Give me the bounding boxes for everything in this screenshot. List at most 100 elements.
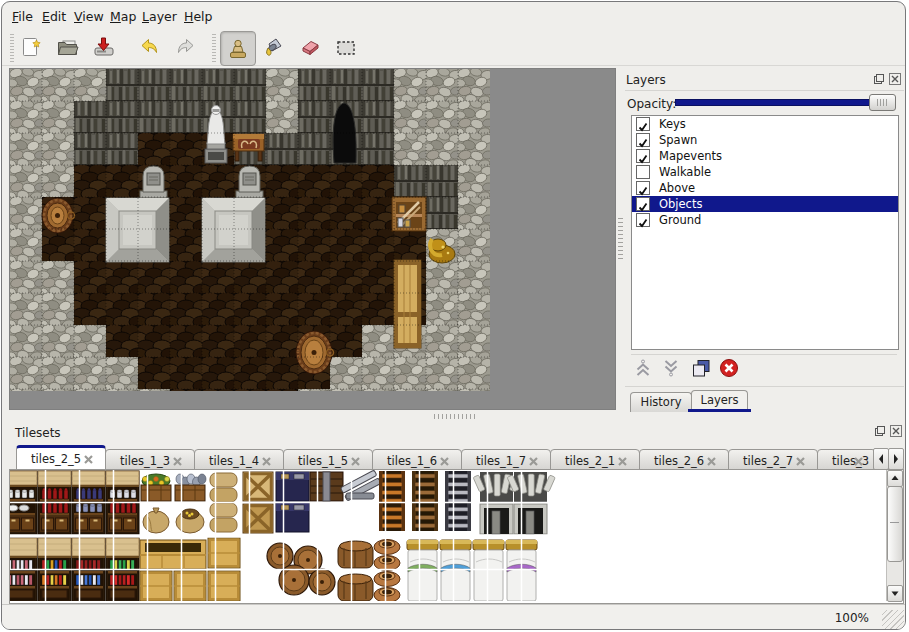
close-tab-icon[interactable] [618,457,627,466]
tileset-tab-label: tiles_1_5 [298,454,348,468]
application-window: FileEditViewMapLayerHelp LayersOpacity: … [1,1,906,630]
tab-scroll-right-button[interactable] [888,448,904,470]
layer-visibility-checkbox[interactable] [636,197,650,211]
menu-help[interactable]: Help [184,9,213,24]
select-tool-button[interactable] [332,33,360,61]
layer-row-above[interactable]: Above [632,180,898,196]
close-tab-icon[interactable] [854,457,863,466]
move-layer-up-button[interactable] [633,358,655,380]
layer-row-walkable[interactable]: Walkable [632,164,898,180]
layers-panel-title: Layers [626,73,666,87]
tileset-tab-tiles_2_7[interactable]: tiles_2_7 [728,449,818,471]
tab-scroll-left-button[interactable] [873,448,889,470]
tileset-item-crateX [243,504,273,533]
scrollbar-thumb[interactable] [887,486,903,562]
tileset-tab-tiles_1_6[interactable]: tiles_1_6 [372,449,462,471]
splitter-grip [434,414,478,419]
layer-row-objects[interactable]: Objects [632,196,898,212]
slider-handle[interactable] [869,94,896,111]
layer-name: Keys [659,117,686,131]
opacity-slider[interactable] [675,94,895,110]
duplicate-layer-button[interactable] [691,358,713,380]
tileset-item-bed [407,540,438,601]
tileset-tab-tiles_2_6[interactable]: tiles_2_6 [639,449,729,471]
menu-view[interactable]: View [74,9,104,24]
status-bar: 100% [2,604,905,630]
layer-row-mapevents[interactable]: Mapevents [632,148,898,164]
fill-tool-button[interactable] [260,33,288,61]
tileset-tab-tiles_1_7[interactable]: tiles_1_7 [461,449,551,471]
layer-visibility-checkbox[interactable] [636,133,650,147]
panel-tab-history[interactable]: History [630,392,692,412]
menu-layer[interactable]: Layer [142,9,177,24]
undo-button[interactable] [135,33,163,61]
toolbar-grip[interactable] [10,34,14,62]
tileset-item-crateX [243,472,273,501]
toolbar-grip[interactable] [212,34,216,62]
tileset-tab-label: tiles_3 [832,454,869,468]
tileset-tab-label: tiles_1_4 [209,454,259,468]
open-file-button[interactable] [54,33,82,61]
move-layer-down-icon [661,358,681,378]
close-tab-icon[interactable] [440,457,449,466]
map-viewport[interactable] [9,68,616,410]
delete-layer-button[interactable] [719,358,741,380]
tileset-item-bed [440,540,471,601]
map-object-headstone [140,166,167,198]
menu-edit[interactable]: Edit [42,9,66,24]
layer-row-keys[interactable]: Keys [632,116,898,132]
close-tab-icon[interactable] [796,457,805,466]
tileset-tab-tiles_2_1[interactable]: tiles_2_1 [550,449,640,471]
close-tab-icon[interactable] [262,457,271,466]
eraser-tool-button[interactable] [296,33,324,61]
tileset-tab-tiles_1_3[interactable]: tiles_1_3 [105,449,195,471]
tileset-item-archWhite [507,472,555,502]
menu-file[interactable]: File [12,9,33,24]
tileset-tab-tiles_1_4[interactable]: tiles_1_4 [194,449,284,471]
scroll-down-button[interactable] [887,585,903,602]
tileset-canvas[interactable] [9,469,904,604]
open-file-icon [55,35,81,59]
tileset-scrollbar[interactable] [886,470,903,601]
tileset-tab-label: tiles_1_3 [120,454,170,468]
layer-visibility-checkbox[interactable] [636,181,650,195]
close-tab-icon[interactable] [84,455,93,464]
close-panel-icon[interactable] [890,425,902,437]
zoom-level: 100% [835,611,869,625]
save-file-icon [91,35,117,59]
layer-visibility-checkbox[interactable] [636,165,650,179]
new-file-button[interactable] [18,33,46,61]
stamp-tool-button[interactable] [220,31,256,66]
close-tab-icon[interactable] [707,457,716,466]
resize-grip[interactable] [882,610,904,630]
tileset-item-planterStone [175,474,206,501]
save-file-button[interactable] [90,33,118,61]
menu-map[interactable]: Map [110,9,136,24]
layer-visibility-checkbox[interactable] [636,213,650,227]
layer-visibility-checkbox[interactable] [636,117,650,131]
layer-row-ground[interactable]: Ground [632,212,898,228]
fill-tool-icon [261,35,287,59]
redo-button[interactable] [172,33,200,61]
move-layer-down-button[interactable] [661,358,683,380]
layer-list: KeysSpawnMapeventsWalkableAboveObjectsGr… [631,115,899,350]
tileset-tab-tiles_1_5[interactable]: tiles_1_5 [283,449,373,471]
horizontal-splitter[interactable] [9,412,904,421]
tileset-tab-label: tiles_2_1 [565,454,615,468]
tileset-item-ladder [412,471,438,531]
layer-row-spawn[interactable]: Spawn [632,132,898,148]
layer-name: Walkable [659,165,711,179]
close-tab-icon[interactable] [173,457,182,466]
close-tab-icon[interactable] [351,457,360,466]
float-panel-icon[interactable] [873,73,885,85]
tileset-tab-label: tiles_2_5 [31,452,81,466]
vertical-splitter[interactable] [616,68,625,410]
layer-visibility-checkbox[interactable] [636,149,650,163]
close-panel-icon[interactable] [889,73,901,85]
close-tab-icon[interactable] [529,457,538,466]
tileset-tab-tiles_3[interactable]: tiles_3 [817,449,876,471]
stamp-tool-icon [225,37,251,61]
tileset-item-yellowCrate [208,538,240,568]
float-panel-icon[interactable] [874,425,886,437]
scroll-up-button[interactable] [887,470,903,487]
